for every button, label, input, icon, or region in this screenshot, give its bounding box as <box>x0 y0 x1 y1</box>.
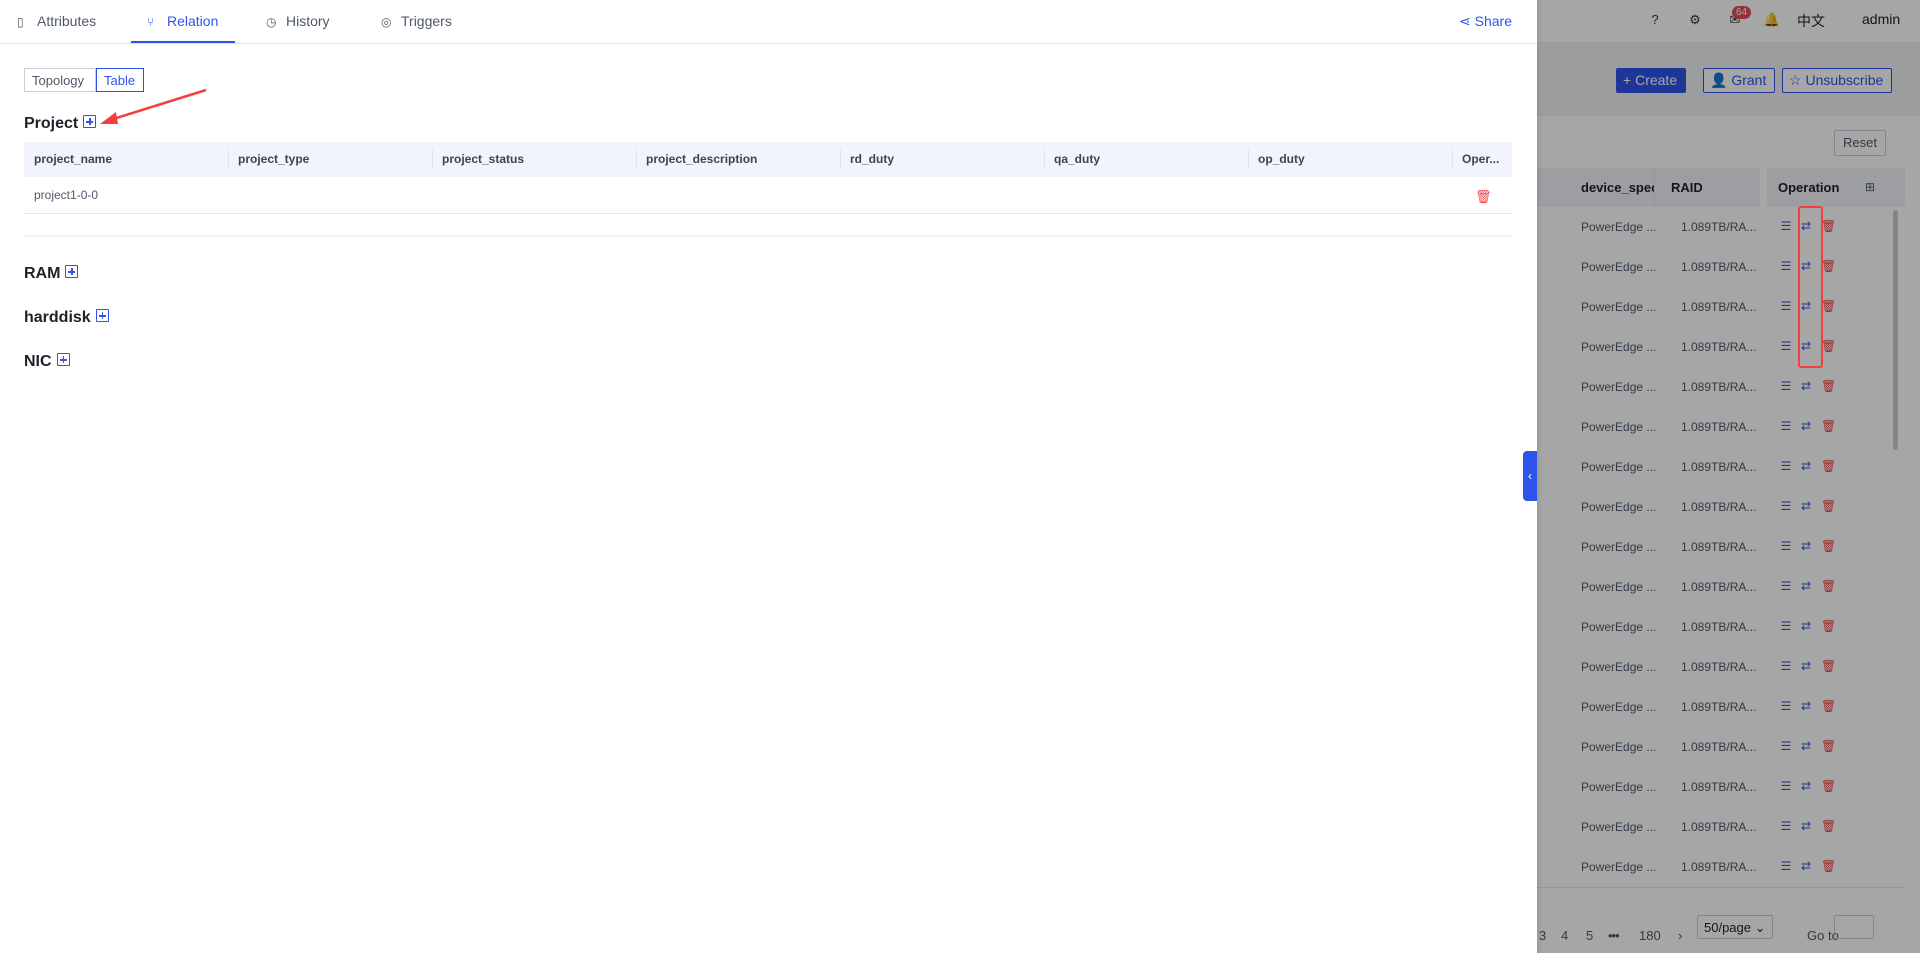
add-ram-icon[interactable] <box>65 265 79 279</box>
tab-triggers[interactable]: ◎ Triggers <box>381 0 452 43</box>
topology-view-button[interactable]: Topology <box>24 68 96 92</box>
column-separator[interactable] <box>1044 150 1045 169</box>
column-header: project_name <box>34 152 113 166</box>
cell-project-name: project1-0-0 <box>34 188 99 202</box>
section-ram-title: RAM <box>24 265 61 282</box>
document-icon: ▯ <box>17 15 24 29</box>
column-header: Oper... <box>1462 152 1500 166</box>
column-header: project_description <box>646 152 758 166</box>
column-separator[interactable] <box>840 150 841 169</box>
section-nic: NIC <box>24 352 70 372</box>
trigger-icon: ◎ <box>381 15 392 29</box>
column-separator[interactable] <box>228 150 229 169</box>
column-header: project_status <box>442 152 525 166</box>
table-row: project1-0-0 🗑 <box>24 177 1512 214</box>
column-header: project_type <box>238 152 310 166</box>
active-tab-indicator <box>131 41 235 43</box>
tab-attributes-label: Attributes <box>37 13 97 29</box>
tab-relation[interactable]: ⑂ Relation <box>147 0 218 43</box>
section-divider <box>24 235 1512 237</box>
add-harddisk-icon[interactable] <box>95 309 109 323</box>
share-icon: ⋖ <box>1459 13 1471 29</box>
add-nic-icon[interactable] <box>56 353 70 367</box>
share-button[interactable]: ⋖ Share <box>1459 0 1512 43</box>
column-separator[interactable] <box>636 150 637 169</box>
section-project: Project <box>24 114 97 134</box>
column-header: op_duty <box>1258 152 1305 166</box>
red-arrow-annotation <box>100 88 207 124</box>
column-separator[interactable] <box>1452 150 1453 169</box>
branch-icon: ⑂ <box>147 15 155 29</box>
tab-attributes[interactable]: ▯ Attributes <box>17 0 96 43</box>
add-project-icon[interactable] <box>83 115 97 129</box>
column-separator[interactable] <box>1248 150 1249 169</box>
tab-history[interactable]: ◷ History <box>266 0 330 43</box>
highlight-annotation-box <box>1798 206 1823 368</box>
column-header: qa_duty <box>1054 152 1101 166</box>
column-header: rd_duty <box>850 152 895 166</box>
detail-drawer: ▯ Attributes ⑂ Relation ◷ History ◎ Triggers… <box>0 0 1537 953</box>
delete-icon[interactable]: 🗑 <box>1475 189 1492 205</box>
section-project-title: Project <box>24 115 79 132</box>
tab-triggers-label: Triggers <box>401 13 452 29</box>
chevron-left-icon: ‹ <box>1528 469 1532 483</box>
tab-history-label: History <box>286 13 330 29</box>
tab-relation-label: Relation <box>167 13 219 29</box>
clock-icon: ◷ <box>266 15 277 29</box>
collapse-drawer-handle[interactable]: ‹ <box>1523 451 1537 501</box>
section-harddisk: harddisk <box>24 308 109 328</box>
share-label: Share <box>1474 13 1512 29</box>
drawer-tabs: ▯ Attributes ⑂ Relation ◷ History ◎ Triggers… <box>0 0 1537 44</box>
section-harddisk-title: harddisk <box>24 309 91 326</box>
table-header: project_name project_type project_status pr… <box>24 142 1512 177</box>
column-separator[interactable] <box>432 150 433 169</box>
section-ram: RAM <box>24 264 79 284</box>
section-nic-title: NIC <box>24 353 52 370</box>
modal-mask[interactable] <box>1537 0 1920 953</box>
